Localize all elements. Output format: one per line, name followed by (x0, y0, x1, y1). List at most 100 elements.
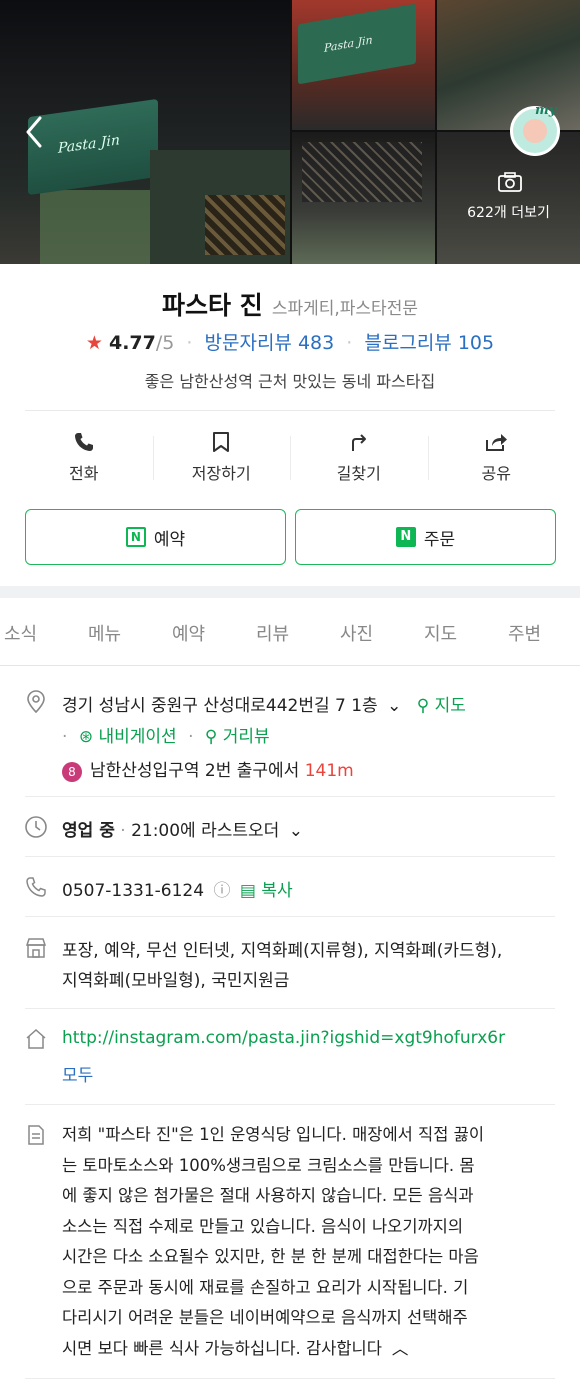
my-label: my (535, 103, 557, 118)
navigation-link[interactable]: 내비게이션 (98, 727, 176, 747)
location-pin-icon (27, 690, 45, 714)
website-more-link[interactable]: 모두 (62, 1061, 93, 1086)
description-line: 소스는 직접 수제로 만들고 있습니다. 음식이 나오기까지의 (62, 1216, 464, 1236)
home-icon (26, 1028, 46, 1049)
avatar-face-icon (523, 119, 547, 143)
chevron-down-icon[interactable]: ⌄ (289, 821, 303, 841)
rating-row: ★ 4.77/5 · 방문자리뷰 483 · 블로그리뷰 105 (0, 328, 580, 355)
subway-distance: 141m (304, 761, 354, 781)
camera-icon (498, 172, 522, 192)
description-line: 저희 "파스타 진"은 1인 운영식당 입니다. 매장에서 직접 끓이 (62, 1125, 485, 1144)
navigation-icon: ⊛ (78, 727, 94, 747)
separator-dot: · (346, 332, 353, 354)
directions-icon (351, 434, 366, 451)
collapse-chevron-icon[interactable]: ︿ (392, 1339, 409, 1358)
tab-reviews[interactable]: 리뷰 (256, 620, 289, 646)
call-label: 전화 (69, 464, 99, 483)
awning-shape: Pasta Jin (298, 3, 416, 85)
copy-icon: ▤ (239, 881, 256, 901)
photo-thumb-3[interactable] (292, 132, 435, 264)
rating-score: 4.77 (108, 332, 156, 354)
phone-row: 0507-1331-6124 ⓘ ▤ 복사 (62, 876, 293, 901)
phone-icon (74, 433, 93, 451)
reserve-button[interactable]: N 예약 (25, 509, 286, 565)
divider (25, 1104, 555, 1105)
naver-order-icon: N (395, 527, 416, 547)
tab-map[interactable]: 지도 (424, 620, 457, 646)
info-icon[interactable]: ⓘ (213, 881, 230, 901)
hours-detail: 21:00에 라스트오더 (131, 821, 280, 841)
amenities-line-1: 포장, 예약, 무선 인터넷, 지역화폐(지류형), 지역화폐(카드형), (62, 941, 503, 961)
description-line: 는 토마토소스와 100%생크림으로 크림소스를 만듭니다. 몸 (62, 1155, 475, 1175)
tab-reservation[interactable]: 예약 (172, 620, 205, 646)
tab-news[interactable]: 소식 (4, 620, 37, 646)
chevron-down-icon[interactable]: ⌄ (387, 696, 401, 716)
separator-dot: · (186, 332, 193, 354)
website-link[interactable]: http://instagram.com/pasta.jin?igshid=xg… (62, 1028, 505, 1048)
blog-reviews-link[interactable]: 블로그리뷰 105 (364, 332, 494, 354)
title-row: 파스타 진 스파게티,파스타전문 (0, 286, 580, 322)
clock-icon (25, 816, 47, 838)
subway-line-badge: 8 (62, 762, 82, 782)
save-label: 저장하기 (191, 464, 251, 483)
photo-gallery[interactable]: Pasta Jin Pasta Jin 622개 더보기 my (0, 0, 580, 264)
order-label: 주문 (423, 529, 456, 550)
tab-nearby[interactable]: 주변 (508, 620, 541, 646)
action-bar: 전화 저장하기 길찾기 공유 (15, 426, 565, 496)
tab-bar: 소식 메뉴 예약 리뷰 사진 지도 주변 (0, 598, 580, 666)
bookmark-icon (213, 432, 230, 452)
back-arrow-icon[interactable] (20, 112, 50, 152)
separator-dot: · (188, 727, 194, 747)
photo-thumb-1[interactable]: Pasta Jin (292, 0, 435, 130)
hours-row[interactable]: 영업 중 · 21:00에 라스트오더 ⌄ (62, 816, 303, 841)
save-button[interactable]: 저장하기 (152, 426, 291, 496)
divider (25, 410, 555, 411)
directions-button[interactable]: 길찾기 (290, 426, 428, 496)
amenities-line-2: 지역화폐(모바일형), 국민지원금 (62, 971, 290, 991)
description-line: 다리시기 어려운 분들은 네이버예약으로 음식까지 선택해주 (62, 1308, 468, 1327)
document-icon (28, 1125, 44, 1145)
tab-menu[interactable]: 메뉴 (88, 620, 121, 646)
my-profile-button[interactable]: my (510, 103, 560, 156)
share-label: 공유 (481, 464, 511, 483)
share-button[interactable]: 공유 (427, 426, 566, 496)
phone-number[interactable]: 0507-1331-6124 (62, 881, 204, 901)
address-text: 경기 성남시 중원구 산성대로442번길 7 1층 (62, 696, 378, 716)
description-line: 시면 보다 빠른 식사 가능하십니다. 감사합니다 (62, 1338, 382, 1358)
window-shape (205, 195, 285, 255)
sign-text: Pasta Jin (58, 132, 120, 157)
subway-row: 8 남한산성입구역 2번 출구에서 141m (62, 756, 354, 782)
place-title: 파스타 진 (162, 291, 263, 320)
naver-reserve-icon: N (125, 527, 146, 547)
place-description: 좋은 남한산성역 근처 맛있는 동네 파스타집 (144, 372, 436, 391)
copy-button[interactable]: 복사 (261, 881, 292, 901)
storefront-shape (40, 190, 150, 264)
separator-dot: · (62, 727, 68, 747)
more-photos-overlay[interactable] (437, 132, 580, 264)
street-view-link[interactable]: 거리뷰 (223, 727, 270, 747)
directions-label: 길찾기 (336, 464, 381, 483)
lattice-shape (302, 142, 422, 202)
street-view-icon: ⚲ (204, 727, 218, 747)
photo-thumb-2[interactable] (437, 0, 580, 130)
divider (25, 1378, 555, 1379)
sign-text: Pasta Jin (324, 33, 373, 55)
star-icon: ★ (85, 332, 103, 354)
phone-icon (26, 877, 46, 897)
reserve-label: 예약 (153, 529, 186, 550)
map-link[interactable]: 지도 (435, 696, 466, 716)
visitor-reviews-link[interactable]: 방문자리뷰 483 (205, 332, 335, 354)
place-category: 스파게티,파스타전문 (271, 299, 418, 319)
call-button[interactable]: 전화 (15, 426, 153, 496)
divider (25, 856, 555, 857)
divider (25, 796, 555, 797)
more-photos-label[interactable]: 622개 더보기 (437, 202, 580, 222)
subway-exit: 2번 출구에서 (204, 761, 300, 781)
subway-station: 남한산성입구역 (90, 761, 200, 781)
separator-dot: · (120, 821, 126, 841)
description-last-line: 시면 보다 빠른 식사 가능하십니다. 감사합니다 ︿ (62, 1334, 560, 1365)
order-button[interactable]: N 주문 (295, 509, 556, 565)
address-row: 경기 성남시 중원구 산성대로442번길 7 1층 ⌄ ⚲ 지도 (62, 691, 466, 716)
hours-status: 영업 중 (62, 821, 115, 841)
tab-photos[interactable]: 사진 (340, 620, 373, 646)
